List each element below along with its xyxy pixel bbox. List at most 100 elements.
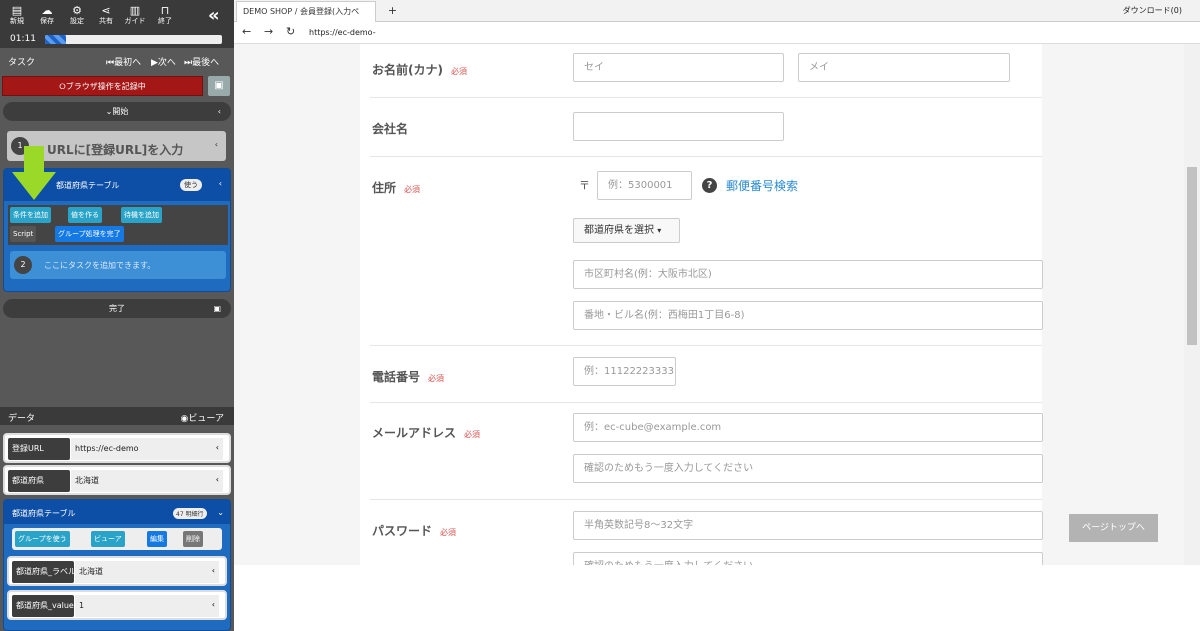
gear-icon: ⚙ <box>72 4 82 17</box>
scrollbar-thumb[interactable] <box>1187 167 1197 345</box>
step-label: URLに[登録URL]を入力 <box>47 143 184 157</box>
use-group-button[interactable]: グループを使う <box>15 531 70 547</box>
divider <box>370 345 1042 346</box>
registration-form: お名前(カナ) 必須 セイ メイ 会社名 住所 必須 〒 例：5300001 ? 郵… <box>360 44 1043 565</box>
share-button[interactable]: ⋖ 共有 <box>92 4 120 26</box>
tel-input[interactable]: 例：11122223333 <box>573 357 676 386</box>
data-title: データ <box>8 414 36 424</box>
divider <box>370 402 1042 403</box>
record-button[interactable]: ⭘ブラウザ操作を記録中 <box>2 76 203 96</box>
finish-group-button[interactable]: グループ処理を完了 <box>55 226 124 242</box>
image-icon: ▣ <box>214 80 224 91</box>
city-input[interactable]: 市区町村名(例：大阪市北区) <box>573 260 1043 289</box>
task-panel: ▤ 新規 ☁ 保存 ⚙ 設定 ⋖ 共有 ▥ ガイド ⊓ 終了 « 01:11 タスク ⏮最初… <box>0 0 234 631</box>
company-label: 会社名 <box>372 122 409 136</box>
add-wait-button[interactable]: 待機を追加 <box>121 207 162 223</box>
add-condition-button[interactable]: 条件を追加 <box>10 207 51 223</box>
mail-label: メールアドレス 必須 <box>372 426 481 440</box>
cloud-upload-icon: ☁ <box>41 4 53 17</box>
chevron-left-icon: ‹ <box>217 107 221 116</box>
save-button[interactable]: ☁ 保存 <box>33 4 61 26</box>
screenshot-button[interactable]: ▣ <box>208 76 230 96</box>
page-content: お名前(カナ) 必須 セイ メイ 会社名 住所 必須 〒 例：5300001 ? 郵… <box>234 44 1184 565</box>
prefecture-select[interactable]: 都道府県を選択 ▾ <box>573 218 680 243</box>
download-button[interactable]: ダウンロード(0) <box>1123 5 1182 16</box>
data-table-group[interactable]: 都道府県テーブル 47 明細行 ⌄ グループを使う ビューア 編集 削除 都道府… <box>3 499 231 631</box>
add-task-hint: ここにタスクを追加できます。 <box>44 261 156 270</box>
last-button[interactable]: ⏭最後へ <box>184 55 219 68</box>
kana-sei-input[interactable]: セイ <box>573 53 784 82</box>
edit-button[interactable]: 編集 <box>147 531 167 547</box>
street-input[interactable]: 番地・ビル名(例：西梅田1丁目6-8) <box>573 301 1043 330</box>
mail-confirm-input[interactable]: 確認のためもう一度入力してください <box>573 454 1043 483</box>
start-bar[interactable]: ⌄開始 ‹ <box>3 102 231 121</box>
page-top-button[interactable]: ページトップへ <box>1069 514 1158 542</box>
rows-badge: 47 明細行 <box>173 508 207 519</box>
tab-bar: DEMO SHOP / 会員登録(入力ペ + ダウンロード(0) <box>234 0 1200 22</box>
share-icon: ⋖ <box>101 4 111 17</box>
data-table-header: 都道府県テーブル 47 明細行 ⌄ <box>4 500 230 524</box>
browser-pane: DEMO SHOP / 会員登録(入力ペ + ダウンロード(0) ← → ↻ h… <box>234 0 1200 631</box>
create-value-button[interactable]: 値を作る <box>68 207 102 223</box>
forward-icon[interactable]: → <box>264 25 273 38</box>
first-button[interactable]: ⏮最初へ <box>106 55 141 68</box>
script-button[interactable]: Script <box>10 226 37 242</box>
task-header: タスク ⏮最初へ ▶次へ ⏭最後へ <box>0 52 234 70</box>
mail-input[interactable]: 例：ec-cube@example.com <box>573 413 1043 442</box>
new-tab-button[interactable]: + <box>386 4 399 17</box>
back-icon[interactable]: ← <box>242 25 251 38</box>
chevron-left-icon: ‹ <box>218 179 222 188</box>
data-row[interactable]: 都道府県_value 1 ‹ <box>7 590 227 620</box>
zip-search-link[interactable]: 郵便番号検索 <box>726 177 798 194</box>
table-group-label: 都道府県テーブル <box>56 181 120 190</box>
divider <box>370 499 1042 500</box>
password-confirm-input[interactable]: 確認のためもう一度入力してください <box>573 552 1043 565</box>
next-button[interactable]: ▶次へ <box>151 55 176 68</box>
chevron-left-icon: ‹ <box>215 443 219 452</box>
timer: 01:11 <box>10 34 36 44</box>
blank-area <box>234 565 1200 631</box>
scrollbar[interactable] <box>1184 44 1200 565</box>
guide-button[interactable]: ▥ ガイド <box>121 4 149 26</box>
exit-button[interactable]: ⊓ 終了 <box>151 4 179 26</box>
data-row[interactable]: 都道府県_ラベル 北海道 ‹ <box>7 556 227 586</box>
company-input[interactable] <box>573 112 784 141</box>
progress-fill <box>45 35 67 44</box>
viewer-button[interactable]: ◉ビューア <box>181 411 225 424</box>
address-label: 住所 必須 <box>372 181 421 195</box>
new-button[interactable]: ▤ 新規 <box>3 4 31 26</box>
progress-bar <box>45 35 222 44</box>
camera-icon: ▣ <box>213 304 221 313</box>
finish-bar[interactable]: 完了 ▣ <box>3 299 231 318</box>
exit-icon: ⊓ <box>160 4 170 17</box>
password-input[interactable]: 半角英数記号8〜32文字 <box>573 511 1043 540</box>
zip-mark: 〒 <box>579 179 590 192</box>
action-buttons: 条件を追加 値を作る 待機を追加 Script グループ処理を完了 <box>8 205 228 245</box>
url-bar[interactable]: https://ec-demo- <box>309 28 376 37</box>
collapse-icon[interactable]: « <box>208 6 220 26</box>
settings-button[interactable]: ⚙ 設定 <box>63 4 91 26</box>
top-toolbar: ▤ 新規 ☁ 保存 ⚙ 設定 ⋖ 共有 ▥ ガイド ⊓ 終了 « 01:11 <box>0 0 234 48</box>
browser-tab[interactable]: DEMO SHOP / 会員登録(入力ペ <box>236 1 376 22</box>
chevron-left-icon: ‹ <box>211 566 215 575</box>
step-number: 2 <box>14 256 32 274</box>
kana-label: お名前(カナ) 必須 <box>372 63 467 77</box>
add-task-area[interactable]: 2 ここにタスクを追加できます。 <box>10 251 226 279</box>
chevron-down-icon: ▾ <box>657 226 662 235</box>
chevron-left-icon: ‹ <box>211 600 215 609</box>
viewer-button[interactable]: ビューア <box>91 531 125 547</box>
help-icon[interactable]: ? <box>702 178 717 193</box>
tel-label: 電話番号 必須 <box>372 370 445 384</box>
file-icon: ▤ <box>11 4 23 17</box>
chevron-down-icon: ⌄ <box>217 508 224 517</box>
use-badge: 使う <box>180 179 202 191</box>
zip-input[interactable]: 例：5300001 <box>597 171 692 200</box>
kana-mei-input[interactable]: メイ <box>798 53 1010 82</box>
task-title: タスク <box>8 58 36 68</box>
data-table-buttons: グループを使う ビューア 編集 削除 <box>12 528 222 550</box>
nav-bar: ← → ↻ https://ec-demo- <box>234 22 1200 44</box>
reload-icon[interactable]: ↻ <box>286 25 295 38</box>
data-row[interactable]: 登録URL https://ec-demo ‹ <box>3 433 231 463</box>
delete-button[interactable]: 削除 <box>183 531 203 547</box>
data-row[interactable]: 都道府県 北海道 ‹ <box>3 465 231 495</box>
